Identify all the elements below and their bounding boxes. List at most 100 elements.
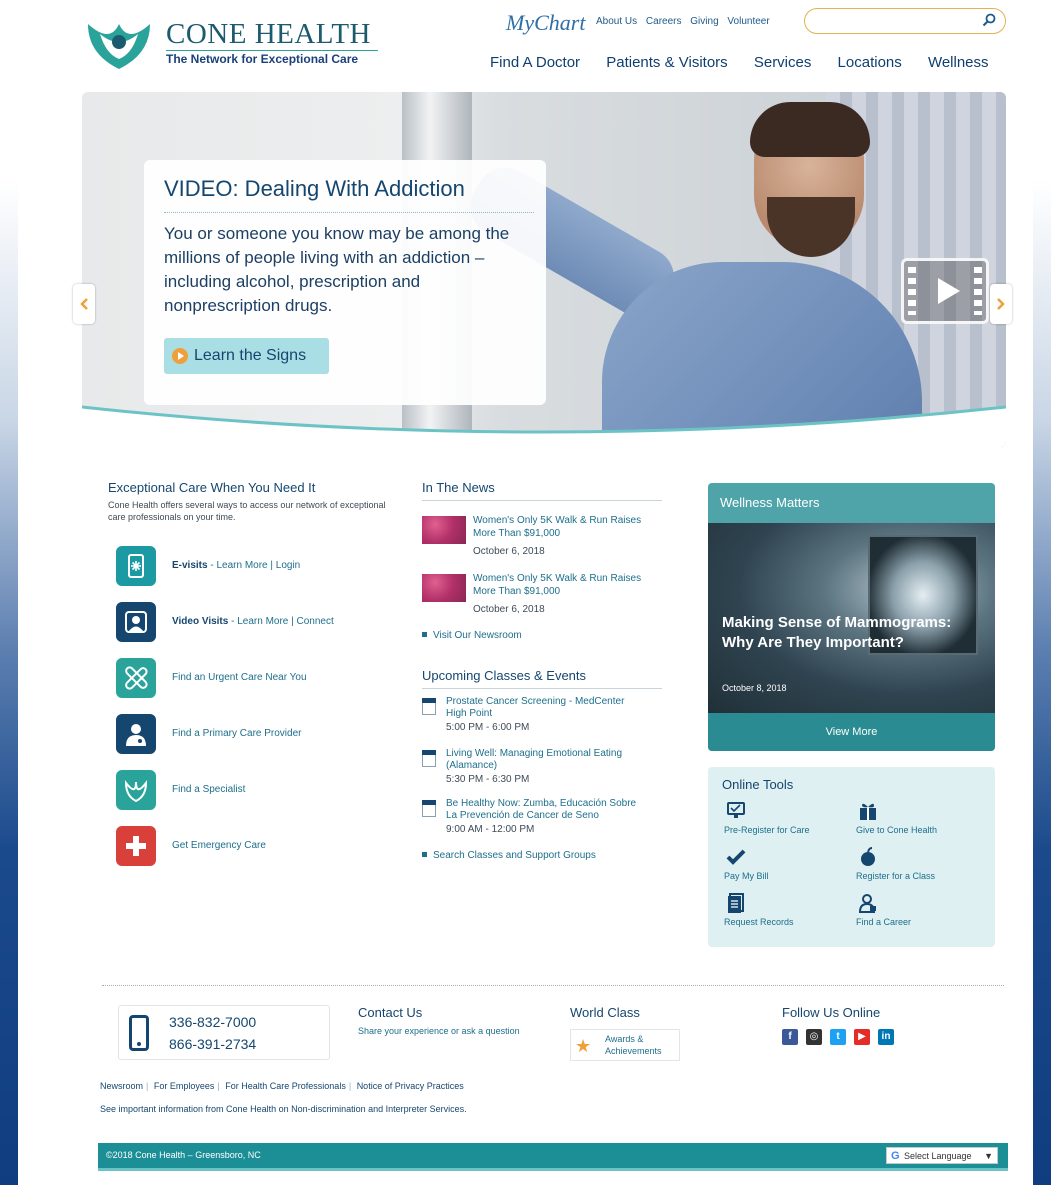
tool-find-career[interactable]: Find a Career <box>856 893 986 933</box>
event-time: 9:00 AM - 12:00 PM <box>446 824 535 835</box>
news-events-section: In The News Women's Only 5K Walk & Run R… <box>422 480 662 861</box>
search-classes-link[interactable]: Search Classes and Support Groups <box>422 850 596 861</box>
site-header: CONE HEALTH The Network for Exceptional … <box>18 0 1033 88</box>
care-item-primary-care[interactable]: Find a Primary Care Provider <box>108 714 408 756</box>
care-intro: Cone Health offers several ways to acces… <box>108 500 386 522</box>
tool-label: Request Records <box>724 917 794 927</box>
util-link-giving[interactable]: Giving <box>690 16 718 27</box>
footer-links: Newsroom | For Employees | For Health Care… <box>100 1081 467 1091</box>
emergency-cross-icon <box>116 826 156 866</box>
nav-wellness[interactable]: Wellness <box>928 54 989 71</box>
news-item[interactable]: Women's Only 5K Walk & Run Raises More T… <box>422 570 662 615</box>
nav-services[interactable]: Services <box>754 54 812 71</box>
world-class-title: World Class <box>570 1005 640 1020</box>
online-tools-title: Online Tools <box>722 777 794 792</box>
phone-number-2[interactable]: 866-391-2734 <box>169 1036 256 1052</box>
news-item[interactable]: Women's Only 5K Walk & Run Raises More T… <box>422 512 662 557</box>
care-item-emergency[interactable]: Get Emergency Care <box>108 826 408 868</box>
google-translate-icon: G <box>891 1150 900 1162</box>
youtube-icon[interactable]: ▶ <box>854 1029 870 1045</box>
learn-the-signs-label: Learn the Signs <box>194 347 307 364</box>
language-select[interactable]: G Select Language ▼ <box>886 1147 998 1164</box>
search-icon[interactable] <box>982 13 996 27</box>
tool-give[interactable]: Give to Cone Health <box>856 801 986 841</box>
arrow-right-icon <box>172 348 188 364</box>
footer-link-employees[interactable]: For Employees <box>154 1081 215 1091</box>
learn-the-signs-button[interactable]: Learn the Signs <box>164 338 329 374</box>
event-time: 5:00 PM - 6:00 PM <box>446 722 530 733</box>
twitter-icon[interactable]: t <box>830 1029 846 1045</box>
tool-register-class[interactable]: Register for a Class <box>856 847 986 887</box>
carousel-prev-button[interactable] <box>73 284 95 324</box>
dropdown-arrow-icon: ▼ <box>984 1151 993 1161</box>
facebook-icon[interactable]: f <box>782 1029 798 1045</box>
page: CONE HEALTH The Network for Exceptional … <box>18 0 1033 1185</box>
chevron-right-icon <box>997 298 1005 310</box>
hero-title: VIDEO: Dealing With Addiction <box>164 176 465 201</box>
contact-text[interactable]: Share your experience or ask a question <box>358 1025 528 1037</box>
care-item-label: Get Emergency Care <box>172 840 266 851</box>
film-strip-left <box>908 267 916 315</box>
tool-pre-register[interactable]: Pre-Register for Care <box>724 801 854 841</box>
linkedin-icon[interactable]: in <box>878 1029 894 1045</box>
career-person-icon <box>858 894 876 913</box>
news-item-title[interactable]: Women's Only 5K Walk & Run Raises More T… <box>473 572 648 598</box>
care-title: Exceptional Care When You Need It <box>108 480 316 495</box>
logo-divider <box>166 50 378 51</box>
mychart-link[interactable]: MyChart <box>506 10 585 36</box>
awards-label: Awards & Achievements <box>605 1034 662 1056</box>
care-item-urgent-care[interactable]: Find an Urgent Care Near You <box>108 658 408 700</box>
events-title: Upcoming Classes & Events <box>422 668 662 689</box>
calendar-icon <box>422 750 436 767</box>
hero-image-hair <box>750 102 870 157</box>
search-input[interactable] <box>804 8 1006 34</box>
care-item-label: Video Visits - Learn More | Connect <box>172 616 334 627</box>
care-item-video-visits[interactable]: Video Visits - Learn More | Connect <box>108 602 408 644</box>
footer-link-newsroom[interactable]: Newsroom <box>100 1081 143 1091</box>
footer-note[interactable]: See important information from Cone Heal… <box>100 1104 467 1114</box>
wellness-date: October 8, 2018 <box>722 683 787 693</box>
cone-health-logo[interactable]: CONE HEALTH The Network for Exceptional … <box>80 14 400 74</box>
copyright-bar: ©2018 Cone Health – Greensboro, NC G Sel… <box>98 1143 1008 1168</box>
event-title[interactable]: Be Healthy Now: Zumba, Educación Sobre L… <box>446 798 646 822</box>
play-triangle <box>938 278 960 304</box>
instagram-icon[interactable]: ◎ <box>806 1029 822 1045</box>
nav-patients-visitors[interactable]: Patients & Visitors <box>606 54 727 71</box>
care-item-label: Find an Urgent Care Near You <box>172 672 307 683</box>
chevron-left-icon <box>80 298 88 310</box>
follow-title: Follow Us Online <box>782 1005 881 1020</box>
carousel-next-button[interactable] <box>990 284 1012 324</box>
care-item-evisits[interactable]: E-visits - Learn More | Login <box>108 546 408 588</box>
logo-name: CONE HEALTH <box>166 18 372 50</box>
awards-link[interactable]: ★ Awards & Achievements <box>570 1029 680 1061</box>
phone-number-1[interactable]: 336-832-7000 <box>169 1014 256 1030</box>
util-link-volunteer[interactable]: Volunteer <box>727 16 769 27</box>
nav-locations[interactable]: Locations <box>838 54 902 71</box>
nav-find-a-doctor[interactable]: Find A Doctor <box>490 54 580 71</box>
event-time: 5:30 PM - 6:30 PM <box>446 774 530 785</box>
calendar-icon <box>422 800 436 817</box>
specialist-icon <box>116 770 156 810</box>
wellness-headline[interactable]: Making Sense of Mammograms: Why Are They… <box>722 613 987 653</box>
util-link-about[interactable]: About Us <box>596 16 637 27</box>
video-play-icon[interactable] <box>901 258 989 324</box>
care-section: Exceptional Care When You Need It Cone H… <box>108 480 398 866</box>
news-item-title[interactable]: Women's Only 5K Walk & Run Raises More T… <box>473 514 648 540</box>
tool-pay-bill[interactable]: Pay My Bill <box>724 847 854 887</box>
view-more-button[interactable]: View More <box>708 713 995 751</box>
follow-us-section: Follow Us Online f ◎ t ▶ in <box>782 1005 962 1045</box>
wellness-matters-card[interactable]: Wellness Matters Making Sense of Mammogr… <box>708 483 995 751</box>
separator: | <box>348 1081 352 1091</box>
records-icon <box>728 893 744 913</box>
phone-box: 336-832-7000 866-391-2734 <box>118 1005 330 1060</box>
contact-title[interactable]: Contact Us <box>358 1005 538 1020</box>
footer-link-privacy[interactable]: Notice of Privacy Practices <box>357 1081 464 1091</box>
event-title[interactable]: Living Well: Managing Emotional Eating (… <box>446 748 646 772</box>
event-title[interactable]: Prostate Cancer Screening - MedCenter Hi… <box>446 696 646 720</box>
footer-link-professionals[interactable]: For Health Care Professionals <box>225 1081 346 1091</box>
care-item-specialist[interactable]: Find a Specialist <box>108 770 408 812</box>
tool-request-records[interactable]: Request Records <box>724 893 854 933</box>
monitor-icon <box>727 802 745 818</box>
visit-newsroom-link[interactable]: Visit Our Newsroom <box>422 630 522 641</box>
util-link-careers[interactable]: Careers <box>646 16 682 27</box>
